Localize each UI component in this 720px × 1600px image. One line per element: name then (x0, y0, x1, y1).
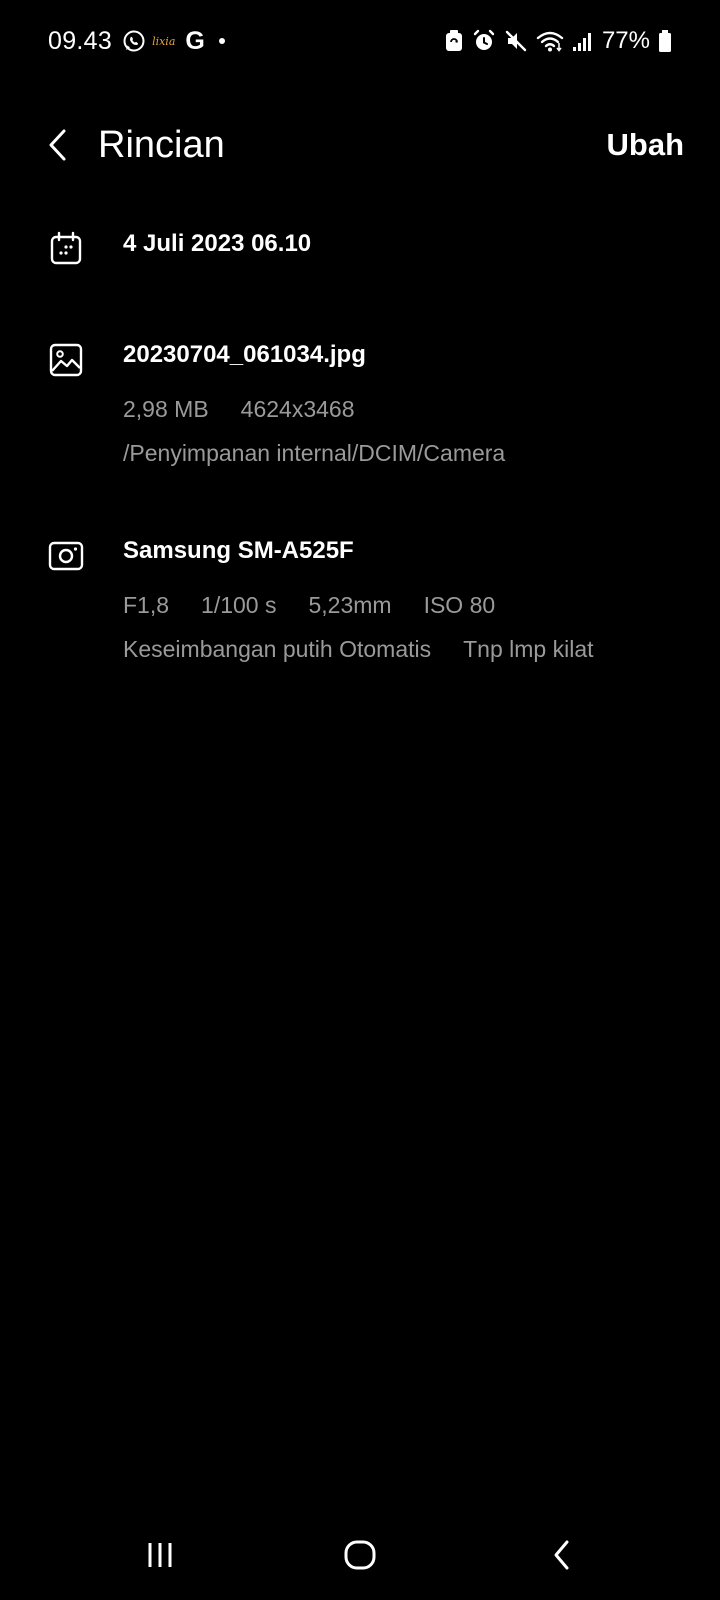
calendar-icon (48, 231, 84, 267)
camera-exposure-row: F1,8 1/100 s 5,23mm ISO 80 (123, 592, 495, 619)
flash-text: Tnp lmp kilat (463, 636, 594, 662)
edit-button[interactable]: Ubah (607, 120, 685, 170)
mute-icon (504, 29, 528, 53)
file-size-text: 2,98 MB (123, 396, 209, 422)
wifi-icon (536, 29, 564, 53)
file-path-text: /Penyimpanan internal/DCIM/Camera (123, 440, 506, 466)
home-icon (344, 1540, 376, 1570)
recent-apps-button[interactable] (130, 1530, 190, 1580)
back-icon (554, 1540, 569, 1570)
shutter-speed-text: 1/100 s (201, 592, 277, 618)
focal-length-text: 5,23mm (308, 592, 392, 618)
date-time-text: 4 Juli 2023 06.10 (123, 230, 312, 257)
signal-icon (572, 29, 594, 53)
status-bar: 09.43 lixia G 77% (0, 0, 720, 80)
camera-icon (48, 538, 84, 574)
image-icon (48, 342, 84, 378)
file-section: 20230704_061034.jpg 2,98 MB 4624x3468 /P… (0, 336, 720, 476)
notification-dot-icon (218, 38, 225, 44)
filename-text: 20230704_061034.jpg (123, 341, 366, 368)
battery-saver-icon (444, 29, 464, 53)
nav-back-button[interactable] (532, 1530, 592, 1580)
file-meta-row: 2,98 MB 4624x3468 (123, 396, 355, 423)
app-bar: Rincian Ubah (0, 110, 720, 180)
status-bar-right: 77% (436, 24, 672, 58)
white-balance-text: Keseimbangan putih Otomatis (123, 636, 432, 662)
back-button[interactable] (38, 120, 78, 170)
camera-model-text: Samsung SM-A525F (123, 537, 354, 564)
battery-icon (658, 29, 672, 53)
navigation-bar (0, 1510, 720, 1600)
status-bar-left: 09.43 lixia G (48, 24, 225, 58)
camera-settings-row: Keseimbangan putih Otomatis Tnp lmp kila… (123, 636, 594, 663)
iso-text: ISO 80 (423, 592, 496, 618)
camera-section: Samsung SM-A525F F1,8 1/100 s 5,23mm ISO… (0, 532, 720, 672)
lixia-icon: lixia (152, 34, 176, 48)
battery-percent: 77% (601, 27, 650, 54)
status-time: 09.43 (48, 26, 113, 55)
google-icon: G (185, 26, 205, 55)
alarm-icon (472, 29, 496, 53)
whatsapp-icon (122, 29, 146, 53)
home-button[interactable] (330, 1530, 390, 1580)
date-section: 4 Juli 2023 06.10 (0, 225, 720, 285)
aperture-text: F1,8 (123, 592, 170, 618)
resolution-text: 4624x3468 (240, 396, 355, 422)
chevron-left-icon (49, 129, 66, 161)
page-title: Rincian (98, 124, 225, 166)
recent-apps-icon (148, 1543, 172, 1567)
